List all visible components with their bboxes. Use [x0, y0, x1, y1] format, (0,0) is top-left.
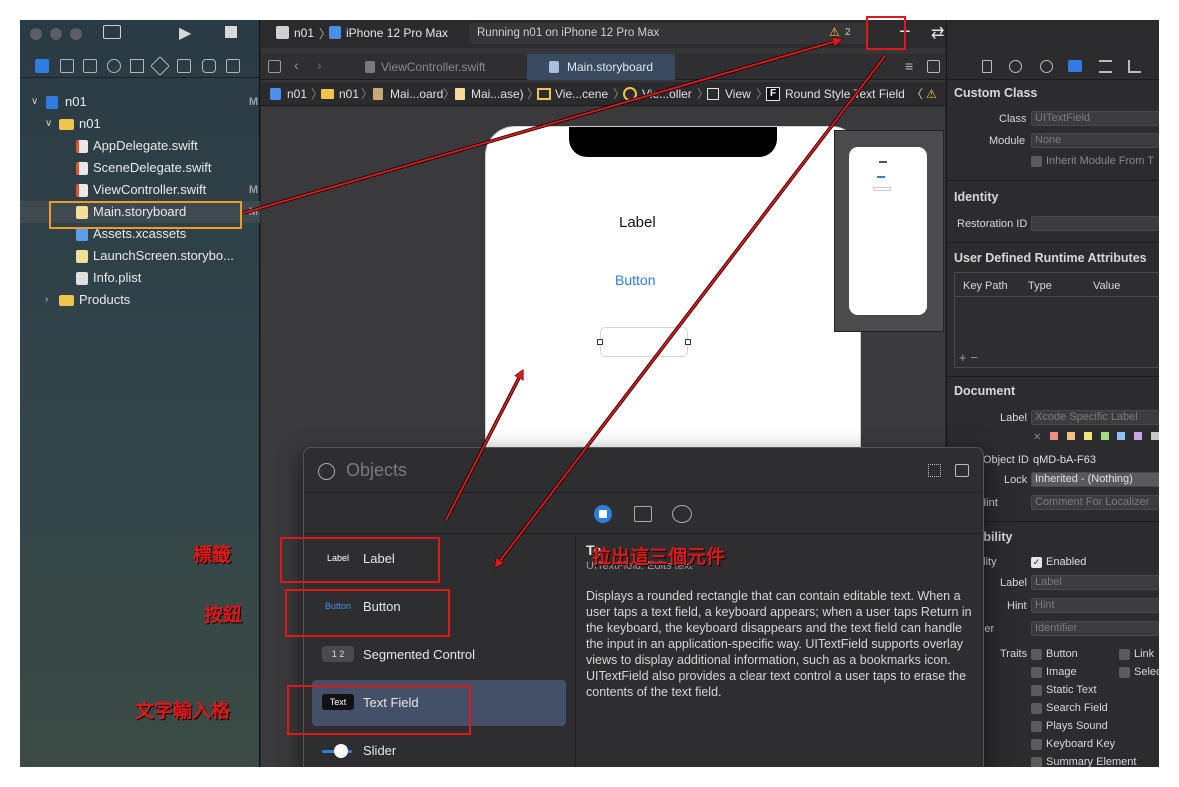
arrow-add-to-library	[496, 55, 886, 566]
arrow-library-to-canvas	[445, 372, 522, 521]
annotation-arrows	[242, 0, 887, 787]
arrow-storyboard-to-add	[242, 40, 840, 214]
